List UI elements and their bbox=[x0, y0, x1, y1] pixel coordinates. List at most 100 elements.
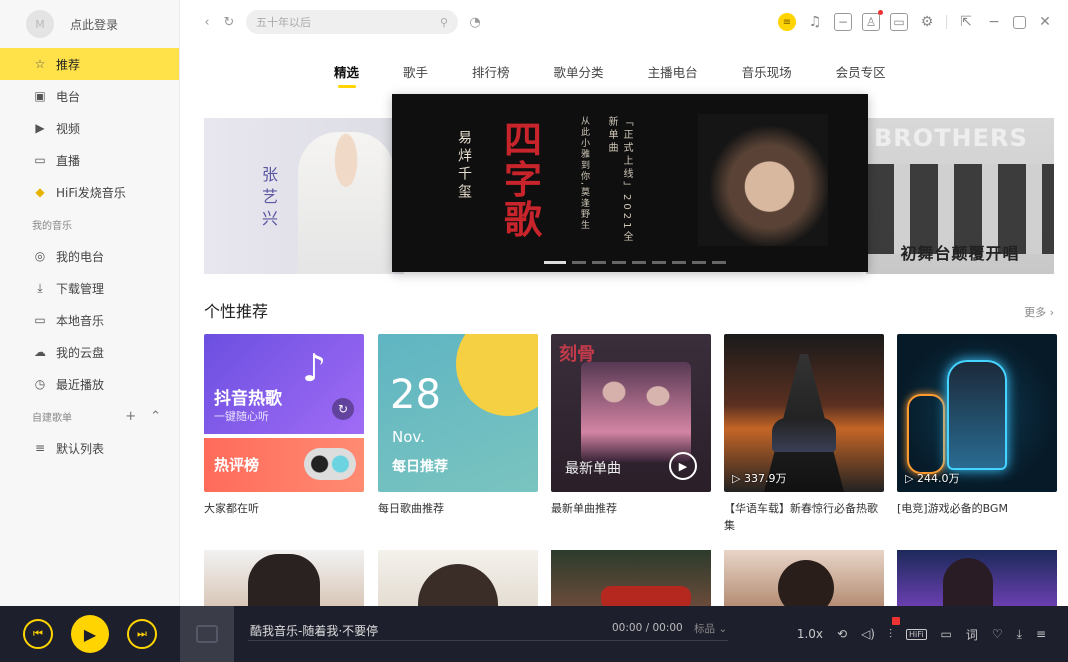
equalizer-icon[interactable]: ⫶ bbox=[889, 616, 901, 642]
sidebar-item-downloads[interactable]: ⤓ 下载管理 bbox=[0, 272, 179, 304]
carousel-dot[interactable] bbox=[672, 261, 686, 264]
minimize-icon[interactable]: − bbox=[985, 13, 1003, 31]
card-caption[interactable]: 最新单曲推荐 bbox=[551, 500, 711, 517]
tab-featured[interactable]: 精选 bbox=[334, 62, 359, 88]
vip-icon[interactable]: ≡ bbox=[778, 13, 796, 31]
carousel-dot[interactable] bbox=[712, 261, 726, 264]
mail-icon[interactable]: − bbox=[834, 13, 852, 31]
card-caption[interactable]: [电竞]游戏必备的BGM bbox=[897, 500, 1057, 517]
hot-comments-panel[interactable]: 热评榜 bbox=[204, 438, 364, 492]
card-douyin[interactable]: ♪ 抖音热歌 一键随心听 ↻ 热评榜 大家都在听 bbox=[204, 334, 364, 517]
play-icon[interactable]: ▶ bbox=[669, 452, 697, 480]
previous-icon[interactable]: ⏮ bbox=[23, 619, 53, 649]
card-caption[interactable]: 【华语车载】新春惊行必备热歌集 bbox=[724, 500, 884, 534]
card-caption[interactable]: 大家都在听 bbox=[204, 500, 364, 517]
avatar[interactable]: M bbox=[26, 10, 54, 38]
tab-charts[interactable]: 排行榜 bbox=[472, 62, 510, 88]
track-title[interactable]: 酷我音乐-随着我·不要停 bbox=[250, 622, 378, 639]
folder-icon[interactable]: ▭ bbox=[890, 13, 908, 31]
quality-label: 标品 bbox=[694, 623, 715, 635]
banner-tagline-2: 从此小雅到你,莫逢野生 bbox=[579, 116, 589, 231]
sidebar-item-recent[interactable]: ◷ 最近播放 bbox=[0, 368, 179, 400]
headphones-icon[interactable]: ♫ bbox=[806, 13, 824, 31]
carousel-dot[interactable] bbox=[612, 261, 626, 264]
lyrics-icon[interactable]: 词 bbox=[966, 626, 978, 643]
sidebar-item-cloud[interactable]: ☁ 我的云盘 bbox=[0, 336, 179, 368]
login-link[interactable]: 点此登录 bbox=[70, 16, 118, 33]
tab-vip[interactable]: 会员专区 bbox=[836, 62, 886, 88]
carousel-dot[interactable] bbox=[652, 261, 666, 264]
carousel-dot[interactable] bbox=[592, 261, 606, 264]
douyin-panel[interactable]: ♪ 抖音热歌 一键随心听 ↻ bbox=[204, 334, 364, 434]
banner-carousel[interactable]: 张艺兴 BROTHERS 初舞台颠覆开唱 易烊千玺 四字歌 「正式上线」2021… bbox=[204, 94, 1054, 274]
card-cover[interactable]: 28 Nov. 每日推荐 bbox=[378, 334, 538, 492]
sidebar-item-local[interactable]: ▭ 本地音乐 bbox=[0, 304, 179, 336]
comment-icon[interactable]: ▭ bbox=[941, 627, 952, 641]
card-label: 每日推荐 bbox=[392, 459, 448, 475]
sidebar-item-default-list[interactable]: ≡ 默认列表 bbox=[0, 432, 179, 464]
card-new-singles[interactable]: 刻骨 最新单曲 ▶ 最新单曲推荐 bbox=[551, 334, 711, 517]
speed-button[interactable]: 1.0x bbox=[797, 627, 823, 641]
card-daily[interactable]: 28 Nov. 每日推荐 每日歌曲推荐 bbox=[378, 334, 538, 517]
more-link[interactable]: 更多 › bbox=[1024, 304, 1054, 320]
card-cover[interactable]: ♪ 抖音热歌 一键随心听 ↻ 热评榜 bbox=[204, 334, 364, 492]
card-caption[interactable]: 每日歌曲推荐 bbox=[378, 500, 538, 517]
next-icon[interactable]: ⏭ bbox=[127, 619, 157, 649]
add-playlist-icon[interactable]: + bbox=[125, 409, 136, 424]
progress-bar[interactable] bbox=[248, 640, 728, 641]
quality-select[interactable]: 标品 ⌄ bbox=[694, 621, 727, 636]
card-cover[interactable]: ▷ 244.0万 bbox=[897, 334, 1057, 492]
card-cover-row2[interactable] bbox=[897, 550, 1057, 606]
card-cover-row2[interactable] bbox=[551, 550, 711, 606]
download-icon[interactable]: ⤓ bbox=[1017, 627, 1022, 642]
refresh-icon[interactable]: ↻ bbox=[332, 398, 354, 420]
card-label: 最新单曲 bbox=[565, 461, 621, 477]
card-cover[interactable]: ▷ 337.9万 bbox=[724, 334, 884, 492]
sidebar-item-video[interactable]: ▶ 视频 bbox=[0, 112, 179, 144]
sidebar-item-radio[interactable]: ▣ 电台 bbox=[0, 80, 179, 112]
playlist-icon[interactable]: ≡ bbox=[1036, 627, 1046, 641]
tab-singers[interactable]: 歌手 bbox=[403, 62, 428, 88]
carousel-dot[interactable] bbox=[572, 261, 586, 264]
playback-controls: ⏮ ▶ ⏭ bbox=[0, 615, 180, 653]
loop-icon[interactable]: ⟲ bbox=[837, 627, 847, 641]
card-cover[interactable]: 刻骨 最新单曲 ▶ bbox=[551, 334, 711, 492]
carousel-dot[interactable] bbox=[692, 261, 706, 264]
sidebar-item-my-radio[interactable]: ◎ 我的电台 bbox=[0, 240, 179, 272]
tab-playlist-categories[interactable]: 歌单分类 bbox=[554, 62, 604, 88]
sidebar-item-recommend[interactable]: ☆ 推荐 bbox=[0, 48, 179, 80]
play-icon[interactable]: ▶ bbox=[71, 615, 109, 653]
banner-slide-right[interactable]: BROTHERS 初舞台颠覆开唱 bbox=[866, 118, 1054, 274]
volume-icon[interactable]: ◁) bbox=[861, 627, 875, 641]
sidebar-item-live[interactable]: ▭ 直播 bbox=[0, 144, 179, 176]
card-game-bgm[interactable]: ▷ 244.0万 [电竞]游戏必备的BGM bbox=[897, 334, 1057, 517]
cover-art bbox=[943, 558, 993, 606]
back-icon[interactable]: ‹ bbox=[196, 15, 218, 30]
card-cover-row2[interactable] bbox=[724, 550, 884, 606]
tab-radio-hosts[interactable]: 主播电台 bbox=[648, 62, 698, 88]
chevron-up-icon[interactable]: ⌃ bbox=[150, 409, 161, 424]
banner-slide-main[interactable]: 易烊千玺 四字歌 「正式上线」2021全新单曲 从此小雅到你,莫逢野生 bbox=[392, 94, 868, 272]
close-icon[interactable]: ✕ bbox=[1036, 13, 1054, 31]
carousel-dot[interactable] bbox=[632, 261, 646, 264]
search-input[interactable]: 五十年以后 ⚲ bbox=[246, 10, 458, 34]
mini-mode-icon[interactable]: ⇱ bbox=[957, 13, 975, 31]
card-car-playlist[interactable]: ▷ 337.9万 【华语车载】新春惊行必备热歌集 bbox=[724, 334, 884, 534]
album-thumbnail[interactable] bbox=[180, 606, 234, 662]
voice-search-icon[interactable]: ◔ bbox=[464, 15, 486, 30]
refresh-icon[interactable]: ↻ bbox=[218, 15, 240, 30]
banner-slide-left[interactable]: 张艺兴 bbox=[204, 118, 404, 274]
profile[interactable]: M 点此登录 bbox=[0, 0, 179, 48]
hifi-button[interactable]: HiFi bbox=[906, 628, 927, 640]
skin-icon[interactable]: ♙ bbox=[862, 10, 883, 31]
tab-live-music[interactable]: 音乐现场 bbox=[742, 62, 792, 88]
search-icon[interactable]: ⚲ bbox=[440, 16, 448, 29]
cover-art bbox=[581, 362, 691, 462]
maximize-icon[interactable] bbox=[1013, 15, 1026, 29]
card-cover-row2[interactable] bbox=[378, 550, 538, 606]
carousel-dot[interactable] bbox=[544, 261, 566, 264]
settings-icon[interactable]: ⚙ bbox=[918, 13, 936, 31]
heart-icon[interactable]: ♡ bbox=[992, 627, 1003, 641]
card-cover-row2[interactable] bbox=[204, 550, 364, 606]
sidebar-item-hifi[interactable]: ◆ HiFi发烧音乐 bbox=[0, 176, 179, 208]
